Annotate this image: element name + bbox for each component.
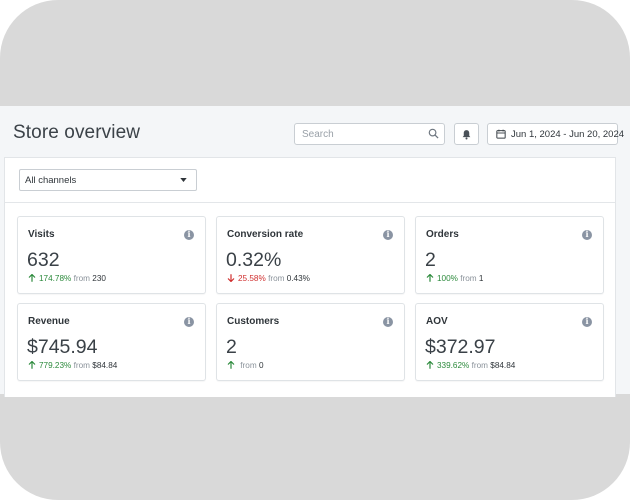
metric-previous-value: $84.84 <box>92 361 118 370</box>
metric-from-label: from <box>240 361 257 370</box>
metric-card-customers: Customers 2 from 0 <box>216 303 405 381</box>
metric-value: $372.97 <box>425 336 496 358</box>
metric-previous-value: 0 <box>258 361 264 370</box>
device-frame: Store overview Jun 1, 2024 - Jun 20, 202… <box>0 0 630 500</box>
search-icon[interactable] <box>428 128 439 139</box>
arrow-up-icon <box>28 274 36 282</box>
metric-label: Customers <box>227 316 280 327</box>
info-icon[interactable] <box>383 229 393 240</box>
metric-card-orders: Orders 2 100% from 1 <box>415 216 604 294</box>
metric-change-percent: 339.62% <box>437 361 470 370</box>
metric-change: 174.78% from 230 <box>28 274 106 283</box>
metric-label: Orders <box>426 229 459 240</box>
metric-change-percent: 25.58% <box>238 274 266 283</box>
metric-change-percent: 779.23% <box>39 361 72 370</box>
filter-bar: All channels <box>5 158 615 203</box>
arrow-up-icon <box>28 361 36 369</box>
search-box[interactable] <box>294 123 445 145</box>
date-range-picker[interactable]: Jun 1, 2024 - Jun 20, 2024 <box>487 123 624 145</box>
channel-select[interactable]: All channels <box>19 169 197 191</box>
metric-change-percent: 100% <box>437 274 458 283</box>
metric-from-label: from <box>460 274 477 283</box>
metric-from-label: from <box>268 274 285 283</box>
arrow-up-icon <box>227 361 235 369</box>
caret-down-icon <box>180 178 187 182</box>
metric-from-label: from <box>73 361 90 370</box>
metric-value: $745.94 <box>27 336 98 358</box>
info-icon[interactable] <box>383 316 393 327</box>
metric-label: AOV <box>426 316 448 327</box>
bell-icon <box>462 130 471 140</box>
metric-value: 632 <box>27 249 60 271</box>
info-icon[interactable] <box>184 316 194 327</box>
metric-label: Conversion rate <box>227 229 304 240</box>
search-input[interactable] <box>295 124 427 144</box>
info-icon[interactable] <box>582 229 592 240</box>
page-title: Store overview <box>13 122 141 143</box>
metric-card-revenue: Revenue $745.94 779.23% from $84.84 <box>17 303 206 381</box>
metric-change: 339.62% from $84.84 <box>426 361 515 370</box>
info-icon[interactable] <box>184 229 194 240</box>
metric-card-visits: Visits 632 174.78% from 230 <box>17 216 206 294</box>
metric-value: 2 <box>226 336 237 358</box>
metric-change: 25.58% from 0.43% <box>227 274 310 283</box>
arrow-up-icon <box>426 361 434 369</box>
metric-value: 2 <box>425 249 436 271</box>
metric-label: Revenue <box>28 316 70 327</box>
notifications-button[interactable] <box>454 123 479 145</box>
metric-change: 779.23% from $84.84 <box>28 361 117 370</box>
metric-card-aov: AOV $372.97 339.62% from $84.84 <box>415 303 604 381</box>
calendar-icon <box>496 129 506 139</box>
info-icon[interactable] <box>582 316 592 327</box>
metric-label: Visits <box>28 229 55 240</box>
metric-previous-value: $84.84 <box>490 361 516 370</box>
store-overview-page: Store overview Jun 1, 2024 - Jun 20, 202… <box>0 106 630 397</box>
metric-previous-value: 230 <box>92 274 106 283</box>
date-range-label: Jun 1, 2024 - Jun 20, 2024 <box>511 129 625 140</box>
metrics-panel: All channels Visits 632 174.78% from 230 <box>4 157 616 397</box>
arrow-up-icon <box>426 274 434 282</box>
metric-from-label: from <box>471 361 488 370</box>
metric-value: 0.32% <box>226 249 282 271</box>
metric-previous-value: 1 <box>478 274 484 283</box>
metric-card-conversion-rate: Conversion rate 0.32% 25.58% from 0.43% <box>216 216 405 294</box>
metric-from-label: from <box>73 274 90 283</box>
metric-previous-value: 0.43% <box>286 274 310 283</box>
arrow-down-icon <box>227 274 235 282</box>
metric-change: from 0 <box>227 361 264 370</box>
metric-change: 100% from 1 <box>426 274 483 283</box>
channel-select-value: All channels <box>25 175 77 186</box>
metric-change-percent: 174.78% <box>39 274 72 283</box>
